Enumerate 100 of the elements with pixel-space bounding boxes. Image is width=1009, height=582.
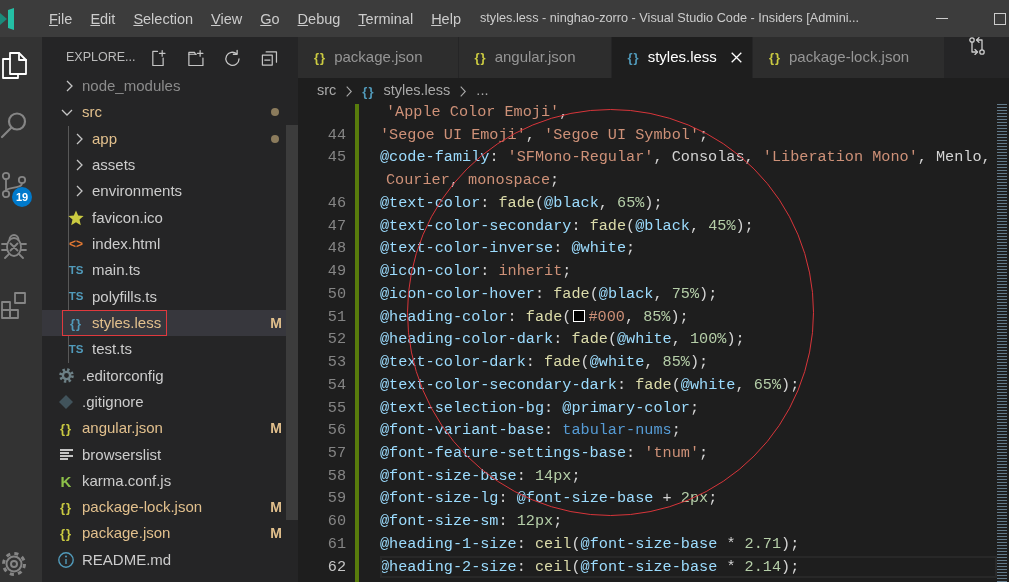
line-number: 50 (327, 284, 346, 303)
new-folder-icon[interactable] (187, 48, 205, 67)
braces-icon: {} (314, 51, 327, 64)
tree-item[interactable]: .editorconfig (42, 362, 286, 389)
git-status-letter: M (270, 497, 282, 517)
braces-icon: {} (59, 500, 73, 514)
count-badge: 19 (12, 187, 32, 207)
code-line: @heading-1-size: ceil(@font-size-base * 2.71); (380, 534, 800, 553)
chevron-right-icon[interactable] (76, 159, 83, 172)
line-number: 54 (327, 375, 346, 394)
search-icon[interactable] (0, 111, 28, 139)
line-number: 49 (327, 262, 346, 281)
menu-item[interactable]: Debug (288, 7, 350, 30)
tab[interactable]: {} package-lock.json (752, 37, 946, 78)
window-title: styles.less - ninghao-zorro - Visual Studio Code - Insiders [Admini... (479, 9, 860, 27)
collapse-all-icon[interactable] (261, 48, 278, 67)
code-line: @font-size-sm: 12px; (380, 512, 563, 531)
code-line: Courier, monospace; (386, 171, 560, 190)
line-number: 45 (327, 148, 346, 167)
close-icon[interactable] (731, 52, 743, 63)
tree-item[interactable]: browserslist (42, 441, 286, 468)
line-number: 47 (327, 216, 346, 235)
code-line: #000, 85%); (588, 307, 689, 326)
modified-dot-icon (271, 134, 279, 143)
tree-item[interactable]: TS test.ts (42, 336, 286, 363)
ts-icon: TS (68, 343, 84, 356)
tree-item[interactable]: K karma.conf.js (42, 467, 286, 495)
tree-item[interactable]: TS main.ts (42, 257, 286, 284)
tree-item[interactable]: favicon.ico (42, 204, 286, 231)
files-icon[interactable] (0, 51, 28, 79)
chevron-right-icon[interactable] (66, 80, 73, 93)
branch-icon[interactable] (0, 171, 28, 199)
menu-item[interactable]: Selection (124, 7, 203, 30)
line-number: 55 (327, 398, 346, 417)
line-number: 48 (327, 239, 346, 258)
scrollbar[interactable] (286, 125, 298, 520)
line-number: 61 (327, 534, 346, 553)
tab[interactable]: {} styles.less (611, 37, 753, 78)
breadcrumb-item[interactable]: ... (476, 80, 489, 102)
tab[interactable]: {} package.json (298, 37, 459, 78)
code-line: @text-color-inverse: @white; (380, 239, 636, 258)
braces-icon: {} (59, 421, 73, 435)
code-line: @text-color: fade(@black, 65%); (380, 193, 663, 212)
tree-item[interactable]: TS polyfills.ts (42, 283, 286, 310)
angle-brackets-icon: <> (69, 238, 83, 251)
code-line: @text-color-secondary-dark: fade(@white, 65%); (380, 375, 800, 394)
tree-item[interactable]: {} package-lock.json M (42, 494, 286, 521)
menu-item[interactable]: Terminal (349, 7, 423, 30)
menu-item[interactable]: File (40, 7, 82, 30)
new-file-icon[interactable] (150, 48, 168, 67)
blocks-icon[interactable] (0, 291, 28, 319)
tree-item[interactable]: {} styles.less M (42, 309, 286, 337)
tree-item[interactable]: README.md (42, 546, 286, 574)
folder-item[interactable]: app (42, 125, 286, 152)
code-line: @text-color-dark: fade(@white, 85%); (380, 353, 709, 372)
tree-item[interactable]: .gitignore (42, 388, 286, 416)
folder-item[interactable]: environments (42, 178, 286, 205)
line-number: 60 (327, 512, 346, 531)
menu-item[interactable]: Help (422, 7, 470, 30)
code-line: @heading-color-dark: fade(@white, 100%); (380, 330, 745, 349)
tab[interactable]: {} angular.json (458, 37, 612, 78)
menu-item[interactable]: Edit (81, 7, 125, 30)
menu-item[interactable]: View (202, 7, 252, 30)
sidebar-title: EXPLORE... (66, 49, 136, 67)
code-line: @font-variant-base: tabular-nums; (380, 421, 681, 440)
modified-dot-icon (271, 108, 279, 117)
maximize-icon[interactable] (994, 12, 1006, 25)
compare-icon[interactable] (969, 37, 985, 55)
folder-item[interactable]: assets (42, 152, 286, 179)
folder-item[interactable]: node_modules (42, 78, 286, 100)
chevron-right-icon (460, 85, 467, 97)
tree-item[interactable]: <> index.html (42, 230, 286, 258)
chevron-right-icon (346, 85, 353, 97)
ts-icon: TS (68, 291, 84, 303)
breadcrumb-item[interactable]: src (317, 80, 337, 102)
tree-item[interactable]: {} angular.json M (42, 415, 286, 442)
chevron-right-icon[interactable] (76, 185, 83, 198)
code-line: @icon-color: inherit; (380, 262, 572, 281)
git-status-letter: M (270, 418, 282, 438)
code-line: @text-color-secondary: fade(@black, 45%); (380, 216, 754, 235)
braces-icon: {} (474, 51, 487, 64)
menu-item[interactable]: Go (251, 7, 289, 30)
line-number: 44 (327, 125, 346, 144)
braces-icon: {} (768, 51, 781, 64)
line-number: 52 (327, 330, 346, 349)
refresh-icon[interactable] (224, 48, 242, 67)
folder-item[interactable]: src (42, 99, 286, 126)
tree-item[interactable]: {} package.json M (42, 520, 286, 547)
chevron-down-icon[interactable] (61, 109, 73, 116)
settings-icon[interactable] (0, 550, 28, 578)
braces-icon: {} (69, 316, 83, 330)
code-line: @text-selection-bg: @primary-color; (380, 398, 700, 417)
chevron-right-icon[interactable] (76, 132, 83, 145)
code-line: @font-feature-settings-base: 'tnum'; (380, 444, 709, 462)
line-number: 46 (327, 193, 346, 212)
bug-icon[interactable] (0, 231, 28, 259)
breadcrumb-item[interactable]: {} styles.less (362, 80, 451, 102)
line-number: 62 (327, 557, 346, 576)
git-status-letter: M (270, 313, 282, 333)
code-line: @heading-color: fade( (380, 307, 572, 326)
